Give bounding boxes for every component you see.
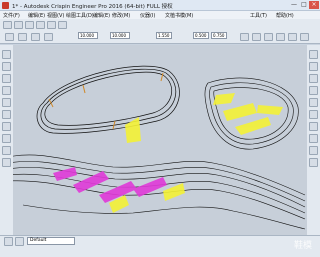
wireframe-icon[interactable] [309, 134, 318, 143]
open-icon[interactable] [14, 21, 23, 29]
window-title: 1* - Autodesk Crispin Engineer Pro 2016 … [12, 4, 173, 10]
offset-tool-icon[interactable] [2, 86, 11, 95]
circle-tool-icon[interactable] [2, 74, 11, 83]
knife-icon[interactable] [31, 33, 40, 41]
layer-select[interactable]: Default [27, 237, 75, 245]
point-tool-icon[interactable] [2, 110, 11, 119]
view-top-icon[interactable] [309, 50, 318, 59]
settings-icon[interactable] [309, 158, 318, 167]
shade-icon[interactable] [309, 122, 318, 131]
minimize-button[interactable]: — [289, 1, 299, 9]
menu-instrument[interactable]: 仪器(I) [140, 12, 155, 19]
pattern-drawing [13, 65, 306, 230]
heel-yellow-hatch [213, 93, 283, 135]
save-icon[interactable] [25, 21, 34, 29]
upper-pattern-outline [13, 154, 306, 230]
trim-tool-icon[interactable] [2, 98, 11, 107]
close-button[interactable]: × [309, 1, 319, 9]
menu-template[interactable]: 文植书模(M) [165, 12, 193, 19]
rotate-icon[interactable] [309, 110, 318, 119]
menu-file[interactable]: 文件(F) [3, 12, 20, 19]
menu-draw-tools[interactable]: 绘图工具(D) [66, 12, 94, 19]
pan-icon[interactable] [288, 33, 297, 41]
menu-view[interactable]: 视图(V) [47, 12, 64, 19]
notch-tool-icon[interactable] [2, 158, 11, 167]
layer-visible-icon[interactable] [15, 237, 24, 246]
menu-modify[interactable]: 修改(M) [112, 12, 130, 19]
view-3d-icon[interactable] [309, 74, 318, 83]
text-tool-icon[interactable] [2, 122, 11, 131]
menu-help[interactable]: 帮助(H) [276, 12, 294, 19]
menu-edit[interactable]: 编辑(E) [28, 12, 45, 19]
snap-icon[interactable] [309, 146, 318, 155]
redo-icon[interactable] [58, 21, 67, 29]
layer-icon[interactable] [252, 33, 261, 41]
scissors-icon[interactable] [5, 33, 14, 41]
maximize-button[interactable]: □ [299, 1, 309, 9]
notch-marks [48, 72, 164, 130]
new-icon[interactable] [3, 21, 12, 29]
curve-tool-icon[interactable] [2, 62, 11, 71]
upper-yellow-hatch [109, 117, 185, 213]
param-field-5[interactable]: 0.750 [211, 32, 227, 39]
menu-edit-2[interactable]: 编辑(E) [93, 12, 110, 19]
menu-tools[interactable]: 工具(T) [250, 12, 267, 19]
zoom-out-icon[interactable] [309, 98, 318, 107]
watermark: 鞋模 [293, 241, 312, 251]
fit-icon[interactable] [300, 33, 309, 41]
line-tool-icon[interactable] [2, 50, 11, 59]
drawing-canvas[interactable] [13, 45, 307, 235]
layer-lock-icon[interactable] [4, 237, 13, 246]
param-field-3[interactable]: 1.550 [156, 32, 172, 39]
zoom-in-icon[interactable] [309, 86, 318, 95]
param-field-1[interactable]: 10.000 [78, 32, 98, 39]
mirror-icon[interactable] [18, 33, 27, 41]
cursor-icon[interactable] [264, 33, 273, 41]
undo-icon[interactable] [47, 21, 56, 29]
grade-tool-icon[interactable] [2, 146, 11, 155]
param-field-2[interactable]: 10.000 [110, 32, 130, 39]
param-field-4[interactable]: 0.500 [193, 32, 209, 39]
pattern-tool-icon[interactable] [2, 134, 11, 143]
view-side-icon[interactable] [309, 62, 318, 71]
insole-outline [36, 65, 180, 134]
app-icon[interactable] [2, 2, 9, 9]
print-icon[interactable] [36, 21, 45, 29]
grid-icon[interactable] [240, 33, 249, 41]
zoom-icon[interactable] [276, 33, 285, 41]
measure-icon[interactable] [44, 33, 53, 41]
